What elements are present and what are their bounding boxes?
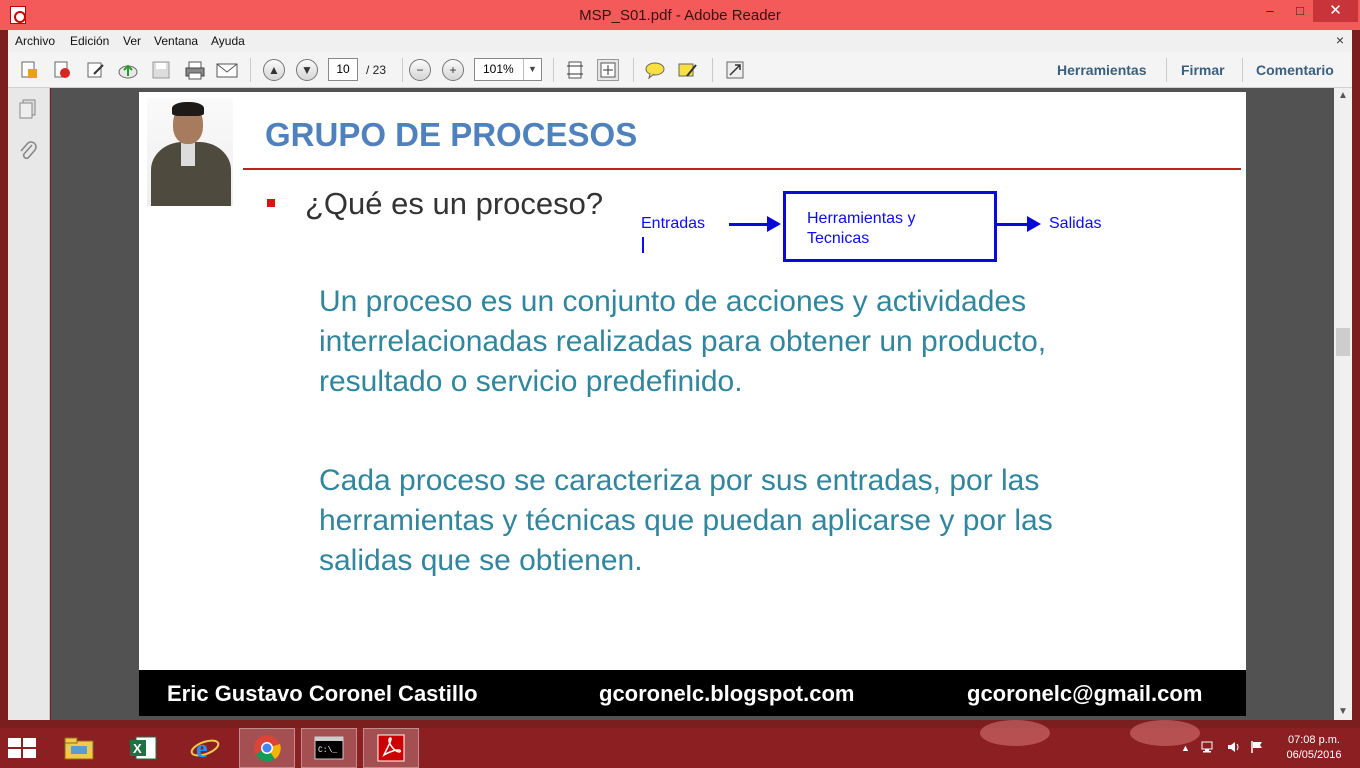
comment-icon[interactable] — [644, 59, 666, 81]
slide-question: ¿Qué es un proceso? — [305, 186, 604, 221]
chevron-up-icon[interactable]: ▲ — [1181, 743, 1190, 753]
svg-text:C:\_: C:\_ — [318, 746, 337, 755]
firmar-link[interactable]: Firmar — [1181, 62, 1225, 78]
fullscreen-icon[interactable] — [724, 59, 746, 81]
diagram-process-box: Herramientas y Tecnicas — [783, 191, 997, 262]
document-viewport[interactable]: GRUPO DE PROCESOS ¿Qué es un proceso? En… — [51, 88, 1334, 720]
close-button[interactable]: ✕ — [1313, 0, 1358, 22]
footer-author: Eric Gustavo Coronel Castillo — [167, 681, 478, 706]
chevron-down-icon[interactable]: ▼ — [523, 59, 541, 80]
scrollbar-thumb[interactable] — [1336, 328, 1350, 356]
paragraph-line: interrelacionadas realizadas para obtene… — [319, 325, 1047, 358]
page-number-input[interactable]: 10 — [328, 58, 358, 81]
maximize-button[interactable]: □ — [1287, 0, 1313, 22]
paragraph-line: herramientas y técnicas que puedan aplic… — [319, 504, 1053, 537]
input-arrow — [729, 216, 781, 232]
paragraph-line: Cada proceso se caracteriza por sus entr… — [319, 464, 1040, 497]
fit-width-icon[interactable] — [597, 59, 619, 81]
adobe-reader-icon[interactable] — [363, 728, 419, 768]
cloud-upload-icon[interactable] — [117, 59, 139, 81]
pdf-page: GRUPO DE PROCESOS ¿Qué es un proceso? En… — [139, 92, 1246, 716]
file-explorer-icon[interactable] — [51, 728, 107, 768]
menu-edicion[interactable]: Edición — [70, 34, 109, 48]
email-icon[interactable] — [216, 59, 238, 81]
page-total: / 23 — [366, 63, 387, 77]
cmd-icon[interactable]: C:\_ — [301, 728, 357, 768]
attachment-icon[interactable] — [16, 140, 40, 164]
scroll-down-icon[interactable]: ▼ — [1334, 704, 1352, 720]
pages-icon[interactable] — [16, 98, 40, 122]
window-title: MSP_S01.pdf - Adobe Reader — [579, 7, 781, 24]
herramientas-link[interactable]: Herramientas — [1057, 62, 1147, 78]
paragraph-line: Un proceso es un conjunto de acciones y … — [319, 285, 1027, 318]
vertical-scrollbar[interactable]: ▲ ▼ — [1334, 88, 1352, 720]
menu-ayuda[interactable]: Ayuda — [211, 34, 245, 48]
flag-icon[interactable] — [1250, 740, 1264, 757]
zoom-in-icon[interactable]: + — [442, 59, 464, 81]
close-document-icon[interactable]: × — [1336, 32, 1344, 48]
left-navigation-pane — [8, 88, 50, 720]
volume-icon[interactable] — [1226, 740, 1242, 757]
paragraph-characteristics: Cada proceso se caracteriza por sus entr… — [319, 461, 1199, 581]
diagram-process-label-line2: Tecnicas — [807, 230, 870, 247]
menu-ventana[interactable]: Ventana — [154, 34, 198, 48]
page-up-icon[interactable]: ▲ — [263, 59, 285, 81]
system-clock[interactable]: 07:08 p.m. 06/05/2016 — [1279, 733, 1349, 763]
print-icon[interactable] — [184, 59, 206, 81]
menu-bar: Archivo Edición Ver Ventana Ayuda × — [8, 30, 1352, 52]
page-down-icon[interactable]: ▼ — [296, 59, 318, 81]
footer-email: gcoronelc@gmail.com — [967, 681, 1203, 706]
text-cursor — [642, 237, 644, 253]
slide-title: GRUPO DE PROCESOS — [265, 116, 638, 153]
edit-icon[interactable] — [85, 59, 107, 81]
comentario-link[interactable]: Comentario — [1256, 62, 1334, 78]
excel-icon[interactable]: X — [115, 728, 171, 768]
output-arrow — [997, 216, 1041, 232]
slide-footer: Eric Gustavo Coronel Castillo gcoronelc.… — [139, 670, 1246, 716]
diagram-process-label-line1: Herramientas y — [807, 210, 916, 227]
windows-start-icon[interactable] — [8, 738, 38, 758]
title-bar: MSP_S01.pdf - Adobe Reader – □ ✕ — [0, 0, 1360, 30]
highlight-icon[interactable] — [677, 59, 699, 81]
paragraph-definition: Un proceso es un conjunto de acciones y … — [319, 282, 1199, 402]
internet-explorer-icon[interactable]: e — [177, 728, 233, 768]
svg-text:e: e — [196, 734, 208, 763]
chrome-icon[interactable] — [239, 728, 295, 768]
title-divider — [243, 168, 1241, 170]
footer-blog: gcoronelc.blogspot.com — [599, 681, 855, 706]
diagram-output-label: Salidas — [1049, 215, 1102, 232]
network-icon[interactable] — [1200, 740, 1216, 757]
save-icon[interactable] — [150, 59, 172, 81]
presenter-photo — [147, 98, 233, 206]
bullet-marker — [267, 199, 275, 207]
zoom-out-icon[interactable]: − — [409, 59, 431, 81]
taskbar: X e C:\_ ▲ 07:08 p.m. 06/05/2016 — [0, 720, 1360, 768]
fit-page-icon[interactable] — [564, 59, 586, 81]
svg-text:X: X — [133, 741, 142, 756]
paragraph-line: salidas que se obtienen. — [319, 544, 643, 577]
zoom-select[interactable]: 101% ▼ — [474, 58, 542, 81]
minimize-button[interactable]: – — [1253, 0, 1287, 22]
zoom-value: 101% — [483, 62, 514, 76]
toolbar: ▲ ▼ 10 / 23 − + 101% ▼ Herramientas Firm… — [8, 52, 1352, 88]
menu-ver[interactable]: Ver — [123, 34, 141, 48]
clock-time: 07:08 p.m. — [1288, 734, 1340, 746]
paragraph-line: resultado o servicio predefinido. — [319, 365, 743, 398]
menu-archivo[interactable]: Archivo — [15, 34, 55, 48]
acrobat-icon[interactable] — [51, 59, 73, 81]
diagram-input-label: Entradas — [641, 215, 706, 232]
create-pdf-icon[interactable] — [18, 59, 40, 81]
clock-date: 06/05/2016 — [1286, 749, 1342, 761]
scroll-up-icon[interactable]: ▲ — [1334, 88, 1352, 104]
